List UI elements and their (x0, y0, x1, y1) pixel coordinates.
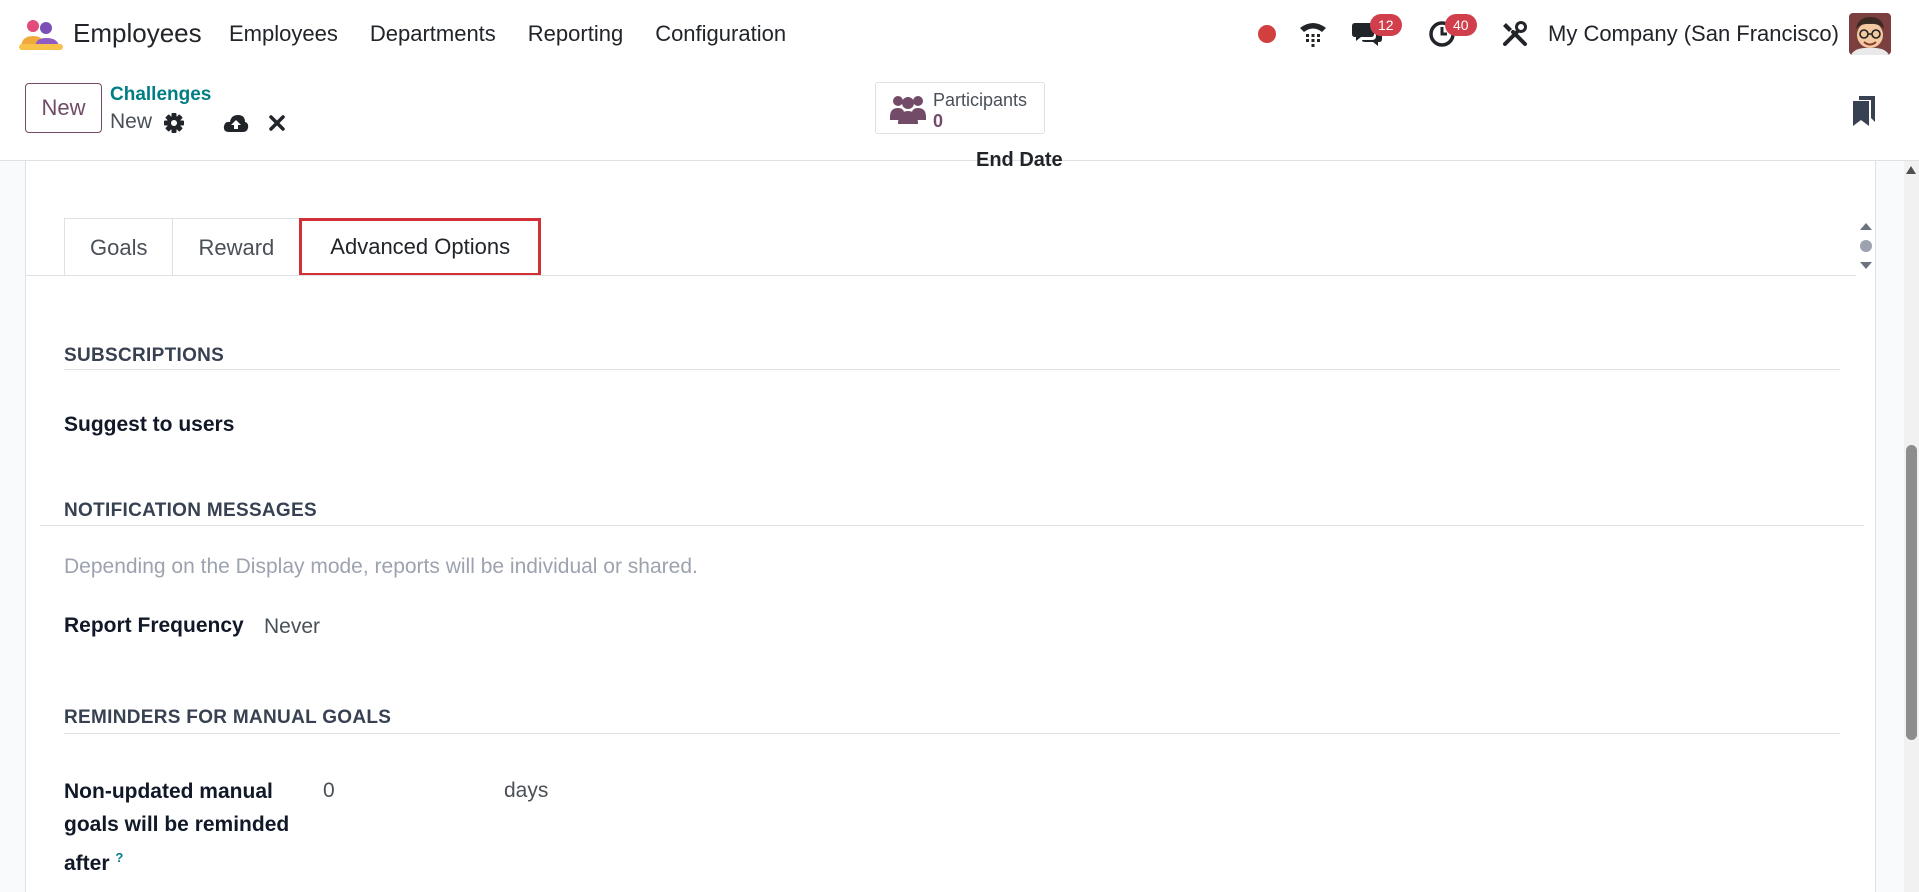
suggest-to-users-label: Suggest to users (64, 413, 235, 436)
participants-stat-button[interactable]: Participants 0 (875, 82, 1045, 134)
discard-close-icon[interactable] (268, 114, 286, 132)
tab-reward[interactable]: Reward (172, 218, 300, 276)
bookmark-icon[interactable] (1853, 96, 1875, 126)
help-tooltip-icon[interactable]: ? (115, 850, 123, 865)
new-button[interactable]: New (25, 83, 102, 133)
activities-button[interactable]: 40 (1425, 14, 1477, 54)
menu-configuration[interactable]: Configuration (655, 21, 786, 47)
tab-goals[interactable]: Goals (64, 218, 173, 276)
participants-count: 0 (933, 111, 944, 131)
company-switcher[interactable]: My Company (San Francisco) (1548, 21, 1839, 47)
control-panel: New Challenges New Participants 0 (0, 68, 1919, 161)
scroll-up-arrow[interactable] (1906, 166, 1916, 174)
reminder-label-line1: Non-updated manual (64, 780, 273, 803)
reminder-label-line2: goals will be reminded (64, 813, 290, 836)
section-notification-messages: NOTIFICATION MESSAGES (64, 500, 317, 521)
gear-icon[interactable] (163, 112, 185, 134)
section-subscriptions: SUBSCRIPTIONS (64, 345, 225, 366)
scrollbar-thumb[interactable] (1906, 445, 1917, 740)
section-divider (40, 525, 1864, 526)
activities-badge: 40 (1445, 14, 1477, 36)
debug-tools-button[interactable] (1500, 14, 1530, 54)
display-mode-help: Depending on the Display mode, reports w… (64, 555, 698, 578)
report-frequency-label: Report Frequency (64, 614, 244, 637)
tools-icon (1503, 21, 1527, 46)
save-cloud-icon[interactable] (223, 112, 249, 134)
menu-departments[interactable]: Departments (370, 21, 496, 47)
messages-badge: 12 (1370, 14, 1402, 36)
tabs-divider (25, 275, 1856, 276)
reminder-delay-input[interactable]: 0 (323, 779, 335, 803)
top-navbar: Employees Employees Departments Reportin… (0, 0, 1919, 68)
reminder-label-line3: after (64, 852, 110, 875)
end-date-label: End Date (976, 149, 1063, 171)
users-group-icon (890, 96, 926, 124)
messaging-button[interactable]: 12 (1350, 14, 1402, 54)
section-divider (64, 369, 1840, 370)
form-tabs: Goals Reward Advanced Options (64, 218, 542, 276)
tab-advanced-options[interactable]: Advanced Options (299, 218, 542, 276)
user-avatar-icon (1849, 13, 1891, 55)
recording-indicator[interactable] (1255, 14, 1279, 54)
reminder-delay-label: Non-updated manual goals will be reminde… (64, 775, 289, 880)
section-divider (64, 733, 1840, 734)
employees-app-icon[interactable] (19, 18, 63, 50)
breadcrumb-challenges[interactable]: Challenges (110, 84, 211, 106)
voip-button[interactable] (1297, 14, 1329, 54)
phone-icon (1300, 23, 1326, 47)
breadcrumb-current: New (110, 110, 153, 133)
app-name[interactable]: Employees (73, 18, 202, 49)
menu-reporting[interactable]: Reporting (528, 21, 623, 47)
mini-scroll-control[interactable] (1858, 220, 1874, 272)
section-reminders: REMINDERS FOR MANUAL GOALS (64, 707, 392, 728)
main-menu: Employees Departments Reporting Configur… (229, 21, 818, 47)
menu-employees[interactable]: Employees (229, 21, 338, 47)
record-dot-icon (1258, 25, 1276, 43)
user-avatar[interactable] (1849, 13, 1891, 55)
report-frequency-field[interactable]: Never (264, 615, 320, 639)
participants-label: Participants (933, 90, 1028, 110)
reminder-delay-unit: days (504, 779, 549, 802)
